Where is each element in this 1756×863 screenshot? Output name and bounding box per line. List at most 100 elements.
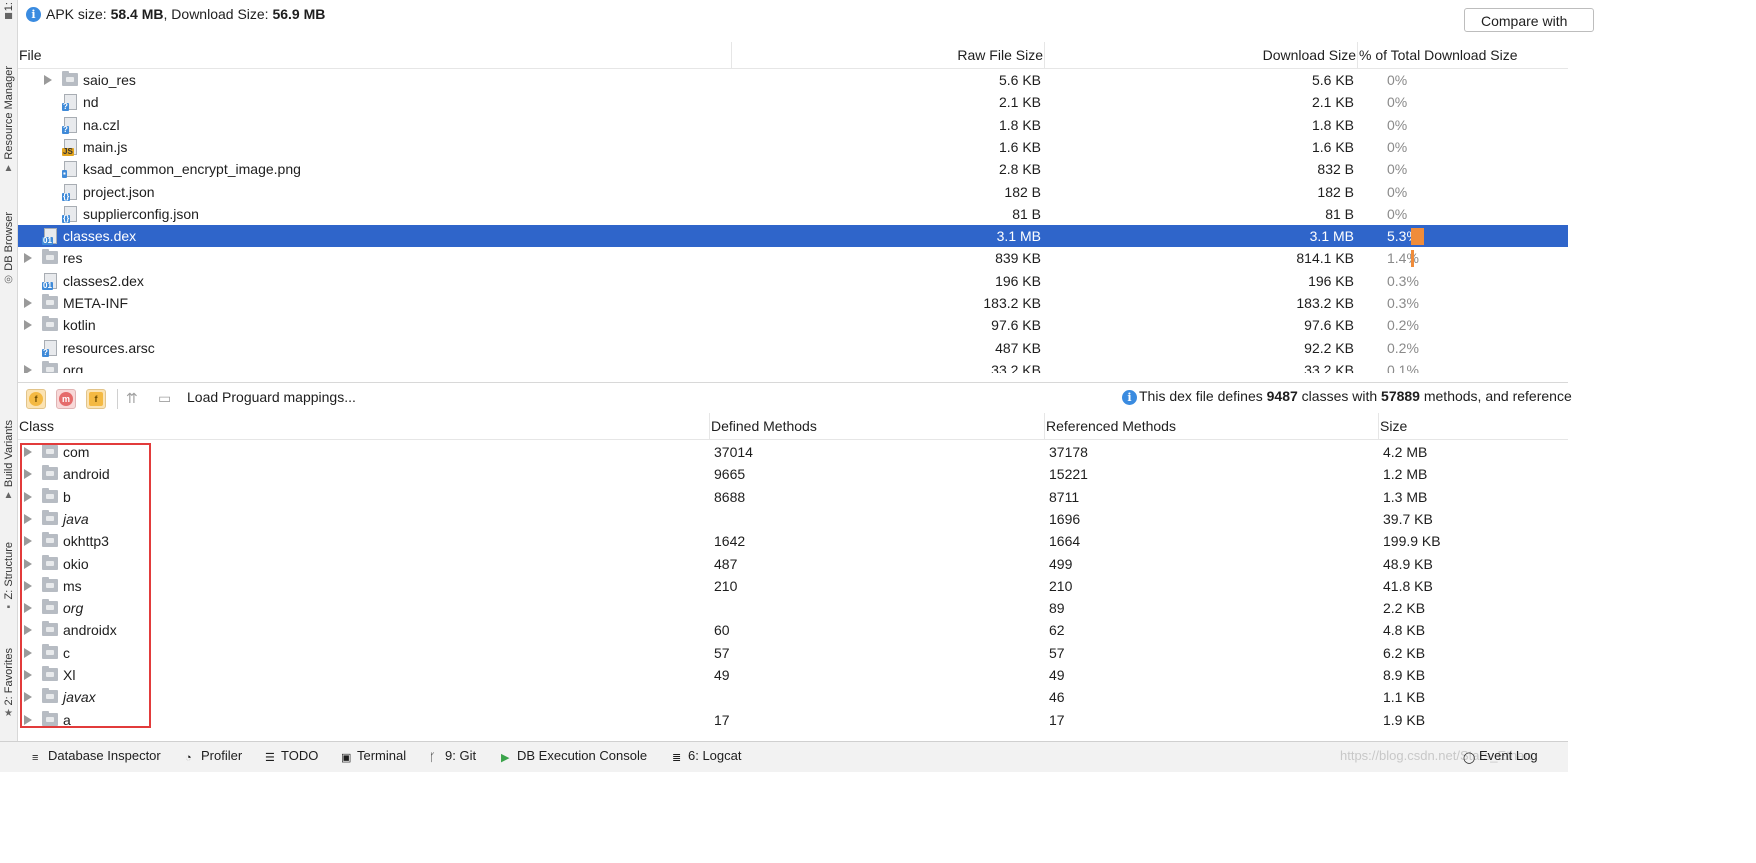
terminal-tab[interactable]: ▣ Terminal — [341, 748, 406, 764]
file-row[interactable]: res 839 KB 814.1 KB 1.4% — [18, 247, 1568, 269]
expand-arrow-icon[interactable] — [24, 647, 32, 658]
file-column-header[interactable]: File — [18, 42, 732, 68]
expand-arrow-icon[interactable] — [24, 253, 32, 264]
class-row[interactable]: android 9665 15221 1.2 MB — [18, 463, 1568, 485]
tool-tab-build-variants[interactable]: Build Variants ▲ — [0, 420, 17, 501]
file-row[interactable]: {} supplierconfig.json 81 B 81 B 0% — [18, 203, 1568, 225]
class-table-header: Class Defined Methods Referenced Methods… — [18, 413, 1568, 440]
file-name: resources.arsc — [63, 339, 155, 356]
deobfuscate-icon[interactable]: ▭ — [158, 390, 171, 407]
tool-tab-favorites[interactable]: 2: Favorites ★ — [0, 648, 17, 719]
defined-methods-column-header[interactable]: Defined Methods — [710, 413, 1045, 439]
show-referenced-toggle[interactable]: f — [86, 389, 106, 409]
expand-arrow-icon[interactable] — [24, 714, 32, 725]
download-size-column-header[interactable]: Download Size — [1045, 42, 1358, 68]
raw-size-column-header[interactable]: Raw File Size — [732, 42, 1045, 68]
tab-label: DB Execution Console — [517, 748, 648, 763]
file-row[interactable]: META-INF 183.2 KB 183.2 KB 0.3% — [18, 292, 1568, 314]
file-row[interactable]: org 33.2 KB 33.2 KB 0.1% — [18, 359, 1568, 373]
unknown-file-icon: ? — [42, 339, 57, 357]
class-row[interactable]: com 37014 37178 4.2 MB — [18, 441, 1568, 463]
expand-arrow-icon[interactable] — [24, 320, 32, 331]
tool-tab-project[interactable]: 1: ▀ — [0, 2, 17, 25]
file-row[interactable]: {} project.json 182 B 182 B 0% — [18, 181, 1568, 203]
package-folder-icon — [42, 576, 58, 592]
download-size: 81 B — [1325, 205, 1354, 222]
file-row[interactable]: saio_res 5.6 KB 5.6 KB 0% — [18, 69, 1568, 91]
load-proguard-mappings-button[interactable]: Load Proguard mappings... — [187, 389, 356, 405]
class-column-header[interactable]: Class — [18, 413, 710, 439]
file-row[interactable]: ? resources.arsc 487 KB 92.2 KB 0.2% — [18, 337, 1568, 359]
todo-tab[interactable]: ☰ TODO — [265, 748, 318, 764]
class-size: 6.2 KB — [1383, 644, 1426, 661]
database-inspector-tab[interactable]: ≡ Database Inspector — [32, 748, 161, 764]
tool-tab-structure[interactable]: Z: Structure ▪ — [0, 542, 17, 613]
file-row[interactable]: ▪ ksad_common_encrypt_image.png 2.8 KB 832 … — [18, 158, 1568, 180]
package-name: b — [63, 488, 71, 505]
json-file-icon: {} — [62, 183, 77, 201]
show-methods-toggle[interactable]: m — [56, 389, 76, 409]
expand-arrow-icon[interactable] — [24, 491, 32, 502]
expand-arrow-icon[interactable] — [24, 469, 32, 480]
referenced-methods-column-header[interactable]: Referenced Methods — [1045, 413, 1379, 439]
defined-methods: 17 — [714, 711, 730, 728]
expand-arrow-icon[interactable] — [24, 692, 32, 703]
size-column-header[interactable]: Size — [1379, 413, 1579, 439]
expand-arrow-icon[interactable] — [24, 670, 32, 680]
file-row[interactable]: JS main.js 1.6 KB 1.6 KB 0% — [18, 136, 1568, 158]
show-fields-toggle[interactable]: f — [26, 389, 46, 409]
class-row[interactable]: b 8688 8711 1.3 MB — [18, 486, 1568, 508]
class-row[interactable]: javax 46 1.1 KB — [18, 686, 1568, 708]
expand-arrow-icon[interactable] — [44, 75, 52, 85]
class-row[interactable]: a 17 17 1.9 KB — [18, 709, 1568, 731]
expand-arrow-icon[interactable] — [24, 603, 32, 614]
tool-tab-label: Z: Structure — [2, 542, 15, 600]
profiler-tab[interactable]: ◔ Profiler — [185, 748, 242, 764]
tab-label: Event Log — [1479, 748, 1538, 763]
file-name: ksad_common_encrypt_image.png — [83, 161, 301, 178]
file-row[interactable]: 01 classes.dex 3.1 MB 3.1 MB 5.3% — [18, 225, 1568, 248]
expand-arrow-icon[interactable] — [24, 513, 32, 524]
expand-arrow-icon[interactable] — [24, 625, 32, 636]
info-icon: i — [1122, 390, 1137, 405]
tool-tab-resource-manager[interactable]: Resource Manager ▲ — [0, 66, 17, 174]
expand-arrow-icon[interactable] — [24, 558, 32, 569]
file-row[interactable]: kotlin 97.6 KB 97.6 KB 0.2% — [18, 314, 1568, 336]
compare-with-button[interactable]: Compare with — [1464, 8, 1594, 32]
raw-size: 81 B — [1012, 205, 1041, 222]
package-name: org — [63, 600, 84, 617]
expand-arrow-icon[interactable] — [24, 447, 32, 457]
percent-column-header[interactable]: % of Total Download Size — [1358, 42, 1570, 68]
percent-bar — [1411, 228, 1424, 246]
class-row[interactable]: okio 487 499 48.9 KB — [18, 553, 1568, 575]
class-row[interactable]: c 57 57 6.2 KB — [18, 642, 1568, 664]
file-row[interactable]: ? nd 2.1 KB 2.1 KB 0% — [18, 91, 1568, 113]
percent-value: 0.2% — [1387, 317, 1419, 334]
expand-arrow-icon[interactable] — [24, 298, 32, 308]
file-name: saio_res — [83, 72, 136, 88]
git-tab[interactable]: ᚴ 9: Git — [429, 748, 476, 764]
expand-arrow-icon[interactable] — [24, 536, 32, 547]
class-row[interactable]: okhttp3 1642 1664 199.9 KB — [18, 530, 1568, 552]
event-log-tab[interactable]: ◯ Event Log — [1463, 748, 1538, 764]
tab-label: 6: Logcat — [688, 748, 742, 763]
show-references-icon[interactable]: ⇈ — [126, 390, 138, 407]
class-row[interactable]: org 89 2.2 KB — [18, 597, 1568, 619]
referenced-methods: 46 — [1049, 689, 1065, 706]
tool-tab-db-browser[interactable]: DB Browser ◎ — [0, 212, 17, 285]
download-size: 1.8 KB — [1311, 116, 1354, 133]
db-execution-console-tab[interactable]: ▶ DB Execution Console — [501, 748, 647, 764]
file-row[interactable]: 01 classes2.dex 196 KB 196 KB 0.3% — [18, 270, 1568, 292]
class-row[interactable]: Xl 49 49 8.9 KB — [18, 664, 1568, 686]
class-tree-table: com 37014 37178 4.2 MB android 9665 15221 1.2 M… — [18, 441, 1568, 741]
referenced-methods: 210 — [1049, 577, 1073, 594]
class-row[interactable]: ms 210 210 41.8 KB — [18, 575, 1568, 597]
class-row[interactable]: androidx 60 62 4.8 KB — [18, 619, 1568, 641]
file-row[interactable]: ? na.czl 1.8 KB 1.8 KB 0% — [18, 114, 1568, 136]
class-row[interactable]: java 1696 39.7 KB — [18, 508, 1568, 530]
class-size: 1.2 MB — [1383, 466, 1428, 483]
logcat-tab[interactable]: ≣ 6: Logcat — [672, 748, 742, 764]
file-name: project.json — [83, 183, 155, 200]
expand-arrow-icon[interactable] — [24, 364, 32, 373]
expand-arrow-icon[interactable] — [24, 580, 32, 591]
